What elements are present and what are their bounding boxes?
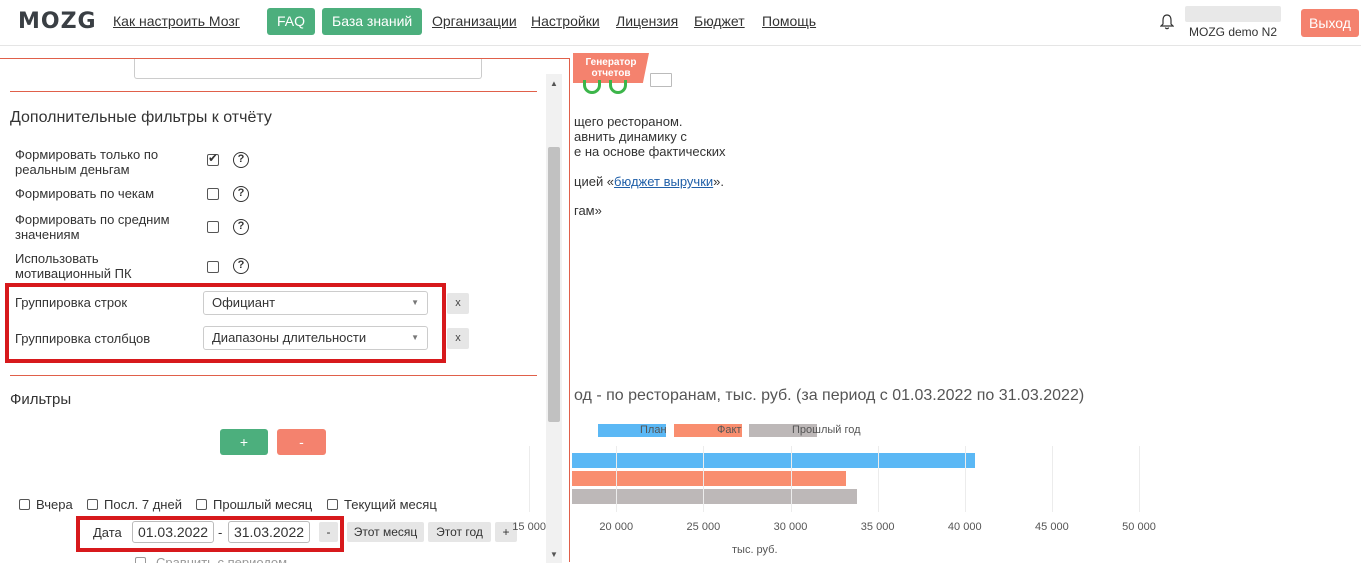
this-year-button[interactable]: Этот год xyxy=(428,522,491,542)
user-avatar xyxy=(1185,6,1281,22)
help-icon[interactable]: ? xyxy=(233,152,249,168)
help-icon[interactable]: ? xyxy=(233,186,249,202)
option-real-money-checkbox[interactable] xyxy=(207,151,219,166)
section-divider xyxy=(10,91,537,92)
legend-label: План xyxy=(640,424,667,436)
description-line: щего рестораном. xyxy=(574,114,683,129)
logo-mark-icon xyxy=(583,80,601,94)
legend-label: Прошлый год xyxy=(792,424,861,436)
x-tick-label: 15 000 xyxy=(512,521,546,533)
nav-settings[interactable]: Настройки xyxy=(531,13,600,29)
option-averages-checkbox[interactable] xyxy=(207,221,219,233)
help-icon[interactable]: ? xyxy=(233,258,249,274)
nav-help[interactable]: Помощь xyxy=(762,13,816,29)
grid-line xyxy=(1051,446,1053,512)
legend-label: Факт xyxy=(717,424,742,436)
option-motivation-pk-checkbox[interactable] xyxy=(207,261,219,273)
description-text: ». xyxy=(713,174,725,189)
option-label: Формировать только по реальным деньгам xyxy=(15,147,159,177)
option-by-checks-checkbox[interactable] xyxy=(207,188,219,200)
x-tick-label: 25 000 xyxy=(686,521,721,533)
description-line: е на основе фактических xyxy=(574,144,726,159)
faq-button[interactable]: FAQ xyxy=(267,8,316,35)
grid-line xyxy=(790,446,792,512)
knowledge-base-button[interactable]: База знаний xyxy=(322,8,423,35)
grid-line xyxy=(1139,446,1140,512)
x-tick-label: 30 000 xyxy=(773,521,808,533)
mozg-logo[interactable]: MOZG xyxy=(18,9,97,34)
grid-line xyxy=(529,446,531,512)
filters-title: Фильтры xyxy=(10,391,72,408)
x-tick-label: 35 000 xyxy=(860,521,895,533)
user-name[interactable]: MOZG demo N2 xyxy=(1189,25,1277,39)
grid-line xyxy=(964,446,966,512)
period-label: Посл. 7 дней xyxy=(104,497,182,512)
clear-row-grouping-button[interactable]: x xyxy=(447,293,469,314)
chart-title: од - по ресторанам, тыс. руб. (за период… xyxy=(574,387,1085,404)
report-settings-panel: Дополнительные фильтры к отчёту Формиров… xyxy=(0,58,570,563)
bar-2[interactable] xyxy=(572,489,857,504)
clear-column-grouping-button[interactable]: x xyxy=(447,328,469,349)
period-last-month-checkbox[interactable] xyxy=(196,499,207,510)
description-line: цией «бюджет выручки». xyxy=(574,174,724,189)
x-axis-label: тыс. руб. xyxy=(732,544,778,556)
description-line: гам» xyxy=(574,203,602,218)
report-generator-badge: Генератор отчетов xyxy=(573,53,649,83)
section-divider xyxy=(10,375,537,376)
x-tick-label: 40 000 xyxy=(947,521,982,533)
grid-line xyxy=(877,446,879,512)
highlight-box xyxy=(76,516,344,552)
highlight-box xyxy=(5,283,446,363)
logout-button[interactable]: Выход xyxy=(1301,9,1359,37)
nav-license[interactable]: Лицензия xyxy=(616,13,678,29)
scrollbar-thumb[interactable] xyxy=(548,147,560,422)
grid-line xyxy=(703,446,705,512)
period-label: Вчера xyxy=(36,497,73,512)
x-tick-label: 50 000 xyxy=(1122,521,1156,533)
grid-line xyxy=(616,446,618,512)
scroll-down-icon[interactable]: ▼ xyxy=(550,550,558,559)
description-text: цией « xyxy=(574,174,615,189)
laptop-icon xyxy=(650,73,672,87)
add-filter-button[interactable]: + xyxy=(220,429,268,455)
help-icon[interactable]: ? xyxy=(233,219,249,235)
period-label: Прошлый месяц xyxy=(213,497,313,512)
report-name-input[interactable] xyxy=(134,59,482,79)
bar-0[interactable] xyxy=(572,453,976,468)
nav-organizations[interactable]: Организации xyxy=(432,13,517,29)
logo-mark-icon xyxy=(609,80,627,94)
period-current-month-checkbox[interactable] xyxy=(327,499,338,510)
remove-filter-button[interactable]: - xyxy=(277,429,326,455)
x-tick-label: 20 000 xyxy=(599,521,634,533)
budget-revenue-link[interactable]: бюджет выручки xyxy=(614,174,713,189)
bell-icon[interactable] xyxy=(1160,14,1174,30)
compare-period-checkbox[interactable] xyxy=(135,557,146,563)
x-tick-label: 45 000 xyxy=(1035,521,1069,533)
bar-1[interactable] xyxy=(572,471,847,486)
top-navbar: MOZG Как настроить Мозг FAQ База знаний … xyxy=(0,0,1361,46)
period-label: Текущий месяц xyxy=(344,497,437,512)
nav-how-to-setup[interactable]: Как настроить Мозг xyxy=(113,13,240,29)
nav-budget[interactable]: Бюджет xyxy=(694,13,745,29)
option-label: Использовать мотивационный ПК xyxy=(15,251,132,281)
period-last7-checkbox[interactable] xyxy=(87,499,98,510)
scroll-up-icon[interactable]: ▲ xyxy=(550,79,558,88)
option-label: Формировать по чекам xyxy=(15,186,155,201)
description-line: авнить динамику с xyxy=(574,129,687,144)
period-yesterday-checkbox[interactable] xyxy=(19,499,30,510)
additional-filters-title: Дополнительные фильтры к отчёту xyxy=(10,109,272,126)
this-month-button[interactable]: Этот месяц xyxy=(347,522,424,542)
option-label: Формировать по средним значениям xyxy=(15,212,170,242)
